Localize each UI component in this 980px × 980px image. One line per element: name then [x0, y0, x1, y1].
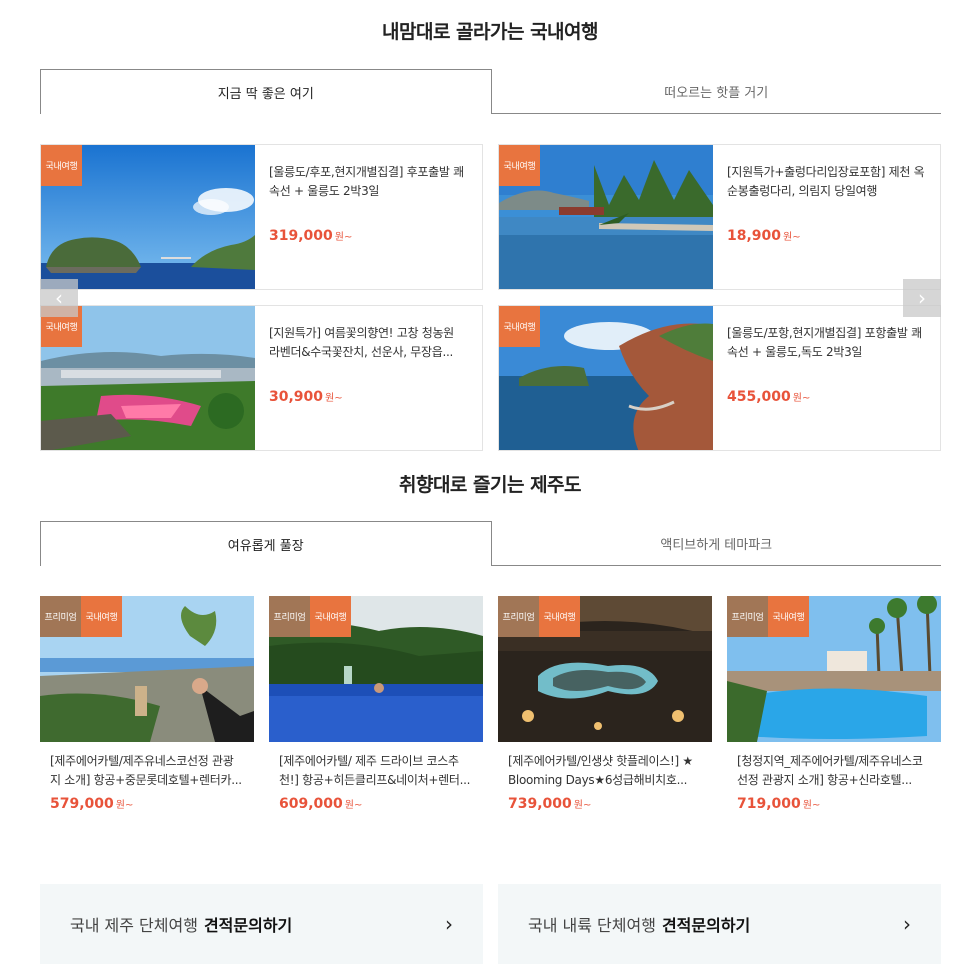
- price-unit: 원~: [792, 393, 811, 404]
- product-card[interactable]: 국내여행 [지원특가] 여름꽃의향연! 고창 청농원 라벤더&수국꽃잔치, 선운…: [40, 305, 483, 451]
- jeju-product-card[interactable]: 프리미엄 국내여행 [청정지역_제주에어카텔/제주유네스코선정 관광지 소개] …: [727, 596, 941, 812]
- price-unit: 원~: [344, 800, 363, 811]
- carousel-next-button[interactable]: ›: [903, 279, 941, 317]
- product-name[interactable]: [지원특가+출렁다리입장료포함] 제천 옥순봉출렁다리, 의림지 당일여행: [727, 163, 926, 201]
- domestic-badge: 국내여행: [310, 596, 351, 637]
- inquiry-action: 견적문의하기: [203, 916, 293, 935]
- jeju-product-card[interactable]: 프리미엄 국내여행 [제주에어카텔/인생샷 핫플레이스!] ★ Blooming…: [498, 596, 712, 812]
- tab-now-good[interactable]: 지금 딱 좋은 여기: [40, 69, 492, 114]
- chevron-right-icon: ›: [445, 912, 453, 936]
- product-price: 319,000 원~: [269, 228, 468, 244]
- product-price: 18,900 원~: [727, 228, 926, 244]
- product-price: 719,000 원~: [727, 796, 941, 812]
- product-card[interactable]: 국내여행 [울릉도/포항,현지개별집결] 포항출발 쾌속선 + 울릉도,독도 2…: [498, 305, 941, 451]
- product-price: 609,000 원~: [269, 796, 483, 812]
- product-price: 455,000 원~: [727, 389, 926, 405]
- product-name[interactable]: [지원특가] 여름꽃의향연! 고창 청농원 라벤더&수국꽃잔치, 선운사, 무장…: [269, 324, 468, 362]
- chevron-right-icon: ›: [903, 912, 911, 936]
- chevron-right-icon: ›: [918, 286, 926, 310]
- product-name[interactable]: [제주에어카텔/인생샷 핫플레이스!] ★ Blooming Days★6성급해…: [498, 752, 712, 790]
- price-unit: 원~: [325, 393, 343, 404]
- product-image[interactable]: 프리미엄 국내여행: [40, 596, 254, 742]
- product-price: 739,000 원~: [498, 796, 712, 812]
- premium-badge: 프리미엄: [498, 596, 539, 637]
- chevron-left-icon: ‹: [55, 286, 63, 310]
- price-value: 609,000: [279, 796, 343, 812]
- product-name[interactable]: [청정지역_제주에어카텔/제주유네스코선정 관광지 소개] 항공+신라호텔...: [727, 752, 941, 790]
- price-unit: 원~: [115, 800, 134, 811]
- product-image[interactable]: 국내여행: [499, 145, 713, 289]
- price-value: 579,000: [50, 796, 114, 812]
- domestic-badge: 국내여행: [499, 145, 540, 186]
- product-card[interactable]: 국내여행 [울릉도/후포,현지개별집결] 후포출발 쾌속선 + 울릉도 2박3일…: [40, 144, 483, 290]
- jeju-section-title: 취향대로 즐기는 제주도: [398, 474, 582, 496]
- domestic-badge: 국내여행: [81, 596, 122, 637]
- product-price: 30,900 원~: [269, 389, 468, 405]
- product-image[interactable]: 프리미엄 국내여행: [269, 596, 483, 742]
- price-value: 30,900: [269, 389, 324, 405]
- price-value: 719,000: [737, 796, 801, 812]
- tab-theme-park[interactable]: 액티브하게 테마파크: [491, 521, 941, 566]
- price-unit: 원~: [573, 800, 592, 811]
- price-value: 18,900: [727, 228, 782, 244]
- carousel-prev-button[interactable]: ‹: [40, 279, 78, 317]
- domestic-tabs: 지금 딱 좋은 여기 떠오르는 핫플 거기: [40, 69, 941, 114]
- inquiry-label: 국내 내륙 단체여행: [528, 916, 656, 935]
- product-name[interactable]: [제주에어카텔/ 제주 드라이브 코스추천!] 항공+히든클리프&네이처+렌터.…: [269, 752, 483, 790]
- product-card[interactable]: 국내여행 [지원특가+출렁다리입장료포함] 제천 옥순봉출렁다리, 의림지 당일…: [498, 144, 941, 290]
- product-name[interactable]: [울릉도/포항,현지개별집결] 포항출발 쾌속선 + 울릉도,독도 2박3일: [727, 324, 926, 362]
- inland-group-inquiry-button[interactable]: 국내 내륙 단체여행 견적문의하기 ›: [498, 884, 941, 964]
- domestic-badge: 국내여행: [41, 145, 82, 186]
- price-value: 739,000: [508, 796, 572, 812]
- jeju-tabs: 여유롭게 풀장 액티브하게 테마파크: [40, 521, 941, 566]
- jeju-product-card[interactable]: 프리미엄 국내여행 [제주에어카텔/ 제주 드라이브 코스추천!] 항공+히든클…: [269, 596, 483, 812]
- price-unit: 원~: [334, 232, 353, 243]
- inquiry-label: 국내 제주 단체여행: [70, 916, 198, 935]
- price-value: 455,000: [727, 389, 791, 405]
- price-unit: 원~: [802, 800, 821, 811]
- jeju-product-card[interactable]: 프리미엄 국내여행 [제주에어카텔/제주유네스코선정 관광지 소개] 항공+중문…: [40, 596, 254, 812]
- product-image[interactable]: 국내여행: [41, 306, 255, 450]
- tab-pool[interactable]: 여유롭게 풀장: [40, 521, 492, 566]
- product-image[interactable]: 국내여행: [41, 145, 255, 289]
- premium-badge: 프리미엄: [727, 596, 768, 637]
- domestic-section-title: 내맘대로 골라가는 국내여행: [382, 21, 599, 43]
- product-name[interactable]: [울릉도/후포,현지개별집결] 후포출발 쾌속선 + 울릉도 2박3일: [269, 163, 468, 201]
- price-unit: 원~: [783, 232, 801, 243]
- product-price: 579,000 원~: [40, 796, 254, 812]
- inquiry-action: 견적문의하기: [661, 916, 751, 935]
- product-image[interactable]: 프리미엄 국내여행: [498, 596, 712, 742]
- domestic-badge: 국내여행: [539, 596, 580, 637]
- domestic-badge: 국내여행: [768, 596, 809, 637]
- domestic-badge: 국내여행: [499, 306, 540, 347]
- price-value: 319,000: [269, 228, 333, 244]
- product-image[interactable]: 프리미엄 국내여행: [727, 596, 941, 742]
- product-image[interactable]: 국내여행: [499, 306, 713, 450]
- premium-badge: 프리미엄: [269, 596, 310, 637]
- tab-hot-place[interactable]: 떠오르는 핫플 거기: [491, 69, 941, 114]
- product-name[interactable]: [제주에어카텔/제주유네스코선정 관광지 소개] 항공+중문롯데호텔+렌터카..…: [40, 752, 254, 790]
- premium-badge: 프리미엄: [40, 596, 81, 637]
- jeju-group-inquiry-button[interactable]: 국내 제주 단체여행 견적문의하기 ›: [40, 884, 483, 964]
